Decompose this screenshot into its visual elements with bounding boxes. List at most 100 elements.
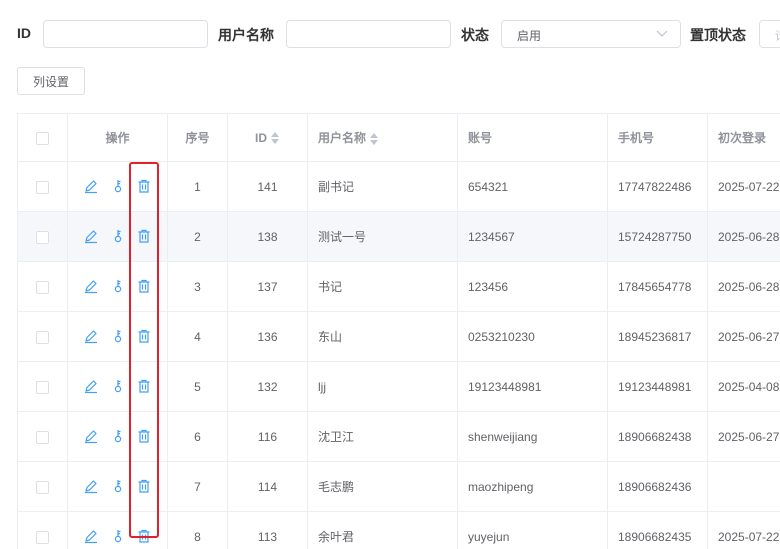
row-first-login: 2025-06-27 <box>707 311 780 362</box>
key-icon[interactable] <box>110 178 126 194</box>
action-column-highlight <box>129 162 159 538</box>
edit-icon[interactable] <box>83 278 99 294</box>
row-id: 136 <box>227 311 308 362</box>
row-id: 141 <box>227 161 308 212</box>
edit-icon[interactable] <box>83 378 99 394</box>
row-username: 余叶君 <box>307 511 458 549</box>
edit-icon[interactable] <box>83 428 99 444</box>
row-username: 副书记 <box>307 161 458 212</box>
row-first-login: 2025-07-22 <box>707 161 780 212</box>
pin-status-select[interactable]: 请 <box>759 20 780 48</box>
pin-status-placeholder: 请 <box>775 27 780 44</box>
row-index: 4 <box>167 311 228 362</box>
row-account: 19123448981 <box>457 361 608 412</box>
status-filter-label: 状态 <box>461 27 489 43</box>
key-icon[interactable] <box>110 278 126 294</box>
row-select-cell <box>17 511 68 549</box>
row-username: 沈卫江 <box>307 411 458 462</box>
id-filter-input[interactable] <box>43 20 208 48</box>
row-checkbox[interactable] <box>36 230 49 244</box>
row-username: ljj <box>307 361 458 412</box>
row-index: 7 <box>167 461 228 512</box>
row-id: 114 <box>227 461 308 512</box>
row-phone: 18906682435 <box>607 511 708 549</box>
column-header-username-label: 用户名称 <box>318 131 367 145</box>
select-all-cell <box>17 113 68 162</box>
row-id: 113 <box>227 511 308 549</box>
username-filter-label: 用户名称 <box>218 27 274 43</box>
row-account: yuyejun <box>457 511 608 549</box>
edit-icon[interactable] <box>83 528 99 544</box>
key-icon[interactable] <box>110 478 126 494</box>
chevron-down-icon <box>656 30 668 37</box>
key-icon[interactable] <box>110 378 126 394</box>
row-account: 1234567 <box>457 211 608 262</box>
column-header-id[interactable]: ID <box>227 113 308 162</box>
column-header-phone: 手机号 <box>607 113 708 162</box>
row-checkbox[interactable] <box>36 530 49 544</box>
row-checkbox[interactable] <box>36 280 49 294</box>
row-checkbox[interactable] <box>36 380 49 394</box>
row-select-cell <box>17 161 68 212</box>
row-id: 116 <box>227 411 308 462</box>
row-first-login <box>707 461 780 512</box>
row-select-cell <box>17 361 68 412</box>
row-account: 123456 <box>457 261 608 312</box>
row-checkbox[interactable] <box>36 430 49 444</box>
sort-icon[interactable] <box>271 132 280 145</box>
row-index: 8 <box>167 511 228 549</box>
row-username: 东山 <box>307 311 458 362</box>
id-filter-label: ID <box>17 25 31 41</box>
row-first-login: 2025-06-28 <box>707 261 780 312</box>
filter-bar: ID 用户名称 状态 启用 置顶状态 请 <box>0 0 780 66</box>
row-index: 2 <box>167 211 228 262</box>
row-index: 5 <box>167 361 228 412</box>
row-checkbox[interactable] <box>36 330 49 344</box>
edit-icon[interactable] <box>83 178 99 194</box>
status-select-value: 启用 <box>517 29 542 43</box>
row-id: 132 <box>227 361 308 412</box>
row-phone: 18906682436 <box>607 461 708 512</box>
column-header-index: 序号 <box>167 113 228 162</box>
row-checkbox[interactable] <box>36 180 49 194</box>
pin-status-filter-label: 置顶状态 <box>690 27 746 43</box>
column-header-account: 账号 <box>457 113 608 162</box>
key-icon[interactable] <box>110 428 126 444</box>
row-first-login: 2025-04-08 <box>707 361 780 412</box>
row-select-cell <box>17 261 68 312</box>
row-index: 3 <box>167 261 228 312</box>
row-first-login: 2025-07-22 <box>707 511 780 549</box>
key-icon[interactable] <box>110 228 126 244</box>
edit-icon[interactable] <box>83 328 99 344</box>
key-icon[interactable] <box>110 528 126 544</box>
status-select[interactable]: 启用 <box>501 20 681 48</box>
row-phone: 17845654778 <box>607 261 708 312</box>
row-account: 654321 <box>457 161 608 212</box>
row-account: maozhipeng <box>457 461 608 512</box>
row-account: shenweijiang <box>457 411 608 462</box>
edit-icon[interactable] <box>83 478 99 494</box>
row-index: 1 <box>167 161 228 212</box>
row-account: 0253210230 <box>457 311 608 362</box>
row-first-login: 2025-06-27 <box>707 411 780 462</box>
column-header-id-label: ID <box>255 130 267 145</box>
row-phone: 17747822486 <box>607 161 708 212</box>
column-header-username[interactable]: 用户名称 <box>307 113 458 162</box>
column-header-actions: 操作 <box>67 113 168 162</box>
row-select-cell <box>17 411 68 462</box>
row-phone: 15724287750 <box>607 211 708 262</box>
row-username: 测试一号 <box>307 211 458 262</box>
row-phone: 18906682438 <box>607 411 708 462</box>
username-filter-input[interactable] <box>286 20 451 48</box>
row-phone: 18945236817 <box>607 311 708 362</box>
column-header-first-login: 初次登录 <box>707 113 780 162</box>
column-settings-button[interactable]: 列设置 <box>17 67 85 95</box>
table-header-row: 操作 序号 ID 用户名称 账号 手机号 初次登录 <box>17 113 780 162</box>
select-all-checkbox[interactable] <box>36 131 49 145</box>
row-checkbox[interactable] <box>36 480 49 494</box>
edit-icon[interactable] <box>83 228 99 244</box>
row-id: 137 <box>227 261 308 312</box>
row-username: 书记 <box>307 261 458 312</box>
key-icon[interactable] <box>110 328 126 344</box>
sort-icon[interactable] <box>370 132 379 145</box>
